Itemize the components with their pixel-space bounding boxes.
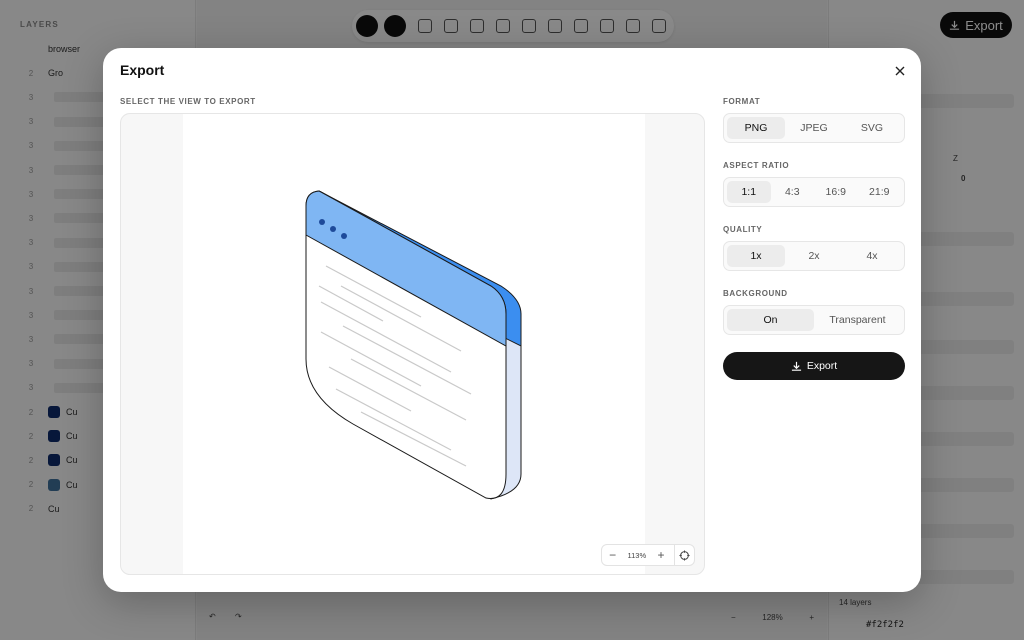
zoom-out-button[interactable]: − — [602, 545, 623, 565]
aspect-ratio-option[interactable]: 1:1 — [727, 181, 771, 203]
format-option[interactable]: JPEG — [785, 117, 843, 139]
crosshair-icon — [679, 549, 690, 561]
background-label: BACKGROUND — [723, 289, 788, 298]
background-option[interactable]: Transparent — [814, 309, 901, 331]
preview-zoom-control: − 113% + — [601, 544, 695, 566]
aspect-ratio-label: ASPECT RATIO — [723, 161, 790, 170]
download-icon — [791, 361, 801, 371]
format-label: FORMAT — [723, 97, 761, 106]
window-dot-icon — [330, 226, 336, 232]
close-button[interactable] — [893, 64, 907, 78]
dialog-title: Export — [120, 62, 165, 78]
export-button-label: Export — [806, 360, 838, 372]
quality-label: QUALITY — [723, 225, 763, 234]
aspect-ratio-selector: 1:1 4:3 16:9 21:9 — [723, 177, 905, 207]
background-option[interactable]: On — [727, 309, 814, 331]
quality-option[interactable]: 2x — [785, 245, 843, 267]
zoom-value: 113% — [627, 550, 647, 560]
zoom-in-button[interactable]: + — [650, 545, 671, 565]
format-option[interactable]: SVG — [843, 117, 901, 139]
quality-selector: 1x 2x 4x — [723, 241, 905, 271]
export-dialog: Export SELECT THE VIEW TO EXPORT − 113% … — [103, 48, 921, 592]
format-selector: PNG JPEG SVG — [723, 113, 905, 143]
background-selector: On Transparent — [723, 305, 905, 335]
close-icon — [895, 66, 905, 76]
aspect-ratio-option[interactable]: 16:9 — [814, 181, 858, 203]
window-dot-icon — [341, 233, 347, 239]
format-option[interactable]: PNG — [727, 117, 785, 139]
aspect-ratio-option[interactable]: 4:3 — [771, 181, 815, 203]
preview-label: SELECT THE VIEW TO EXPORT — [120, 97, 256, 106]
export-button[interactable]: Export — [723, 352, 905, 380]
window-dot-icon — [319, 219, 325, 225]
quality-option[interactable]: 1x — [727, 245, 785, 267]
quality-option[interactable]: 4x — [843, 245, 901, 267]
aspect-ratio-option[interactable]: 21:9 — [858, 181, 902, 203]
export-preview[interactable]: − 113% + — [120, 113, 705, 575]
browser-window-illustration — [305, 190, 522, 500]
recenter-button[interactable] — [675, 545, 694, 565]
